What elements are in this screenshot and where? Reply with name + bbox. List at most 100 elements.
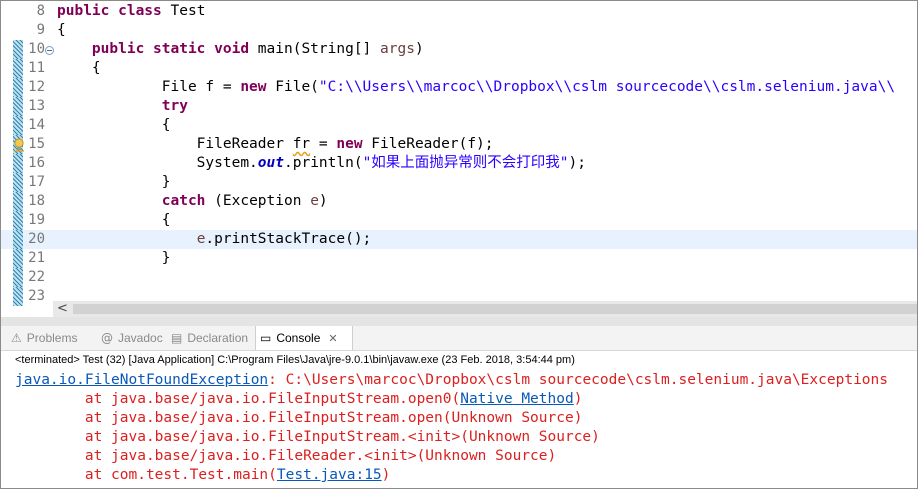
console-line: at java.base/java.io.FileInputStream.<in… [15, 428, 888, 447]
declaration-icon: ▤ [171, 331, 183, 345]
tab-label: Problems [26, 331, 78, 345]
line-number: 18 [28, 193, 45, 209]
code-line[interactable]: 13 try [1, 97, 917, 116]
code-token: = [310, 136, 337, 152]
code-token: { [57, 212, 171, 228]
stacktrace-link[interactable]: Native Method [460, 391, 574, 407]
code-line[interactable]: 14 { [1, 116, 917, 135]
line-number: 10 [28, 41, 45, 57]
code-token: args [380, 41, 415, 57]
problems-icon: ⚠ [11, 331, 22, 345]
fold-toggle-icon[interactable] [45, 46, 54, 55]
console-icon: ▭ [260, 331, 272, 345]
javadoc-icon: @ [101, 331, 113, 345]
code-line[interactable]: 16 System.out.println("如果上面抛异常则不会打印我"); [1, 154, 917, 173]
code-line[interactable]: 22 [1, 268, 917, 287]
code-text: { [57, 21, 66, 40]
code-line[interactable]: 15 FileReader fr = new FileReader(f); [1, 135, 917, 154]
code-token: new [336, 136, 372, 152]
chevron-left-icon[interactable]: < [57, 301, 68, 317]
tab-label: Javadoc [118, 331, 163, 345]
stacktrace-link[interactable]: java.io.FileNotFoundException [15, 372, 268, 388]
code-token: "如果上面抛异常则不会打印我" [362, 155, 569, 171]
code-token: File( [275, 79, 319, 95]
code-token: File f = [57, 79, 241, 95]
code-line[interactable]: 17 } [1, 173, 917, 192]
tab-declaration[interactable]: ▤ Declaration [167, 326, 253, 350]
code-token: { [57, 117, 171, 133]
line-number: 17 [28, 174, 45, 190]
scrollbar-thumb[interactable] [73, 304, 917, 314]
code-token: } [57, 174, 171, 190]
code-text: FileReader fr = new FileReader(f); [57, 135, 494, 154]
code-token: fr [292, 136, 311, 152]
console-status: <terminated> Test (32) [Java Application… [15, 354, 575, 366]
code-token: main(String[] [257, 41, 381, 57]
panel-divider[interactable] [1, 317, 917, 326]
console-text: at java.base/java.io.FileInputStream.ope… [15, 391, 461, 407]
code-line[interactable]: 18 catch (Exception e) [1, 192, 917, 211]
code-token: e [310, 193, 319, 209]
console-text: at com.test.Test.main( [15, 467, 277, 483]
code-token: "C:\\Users\\marcoc\\Dropbox\\cslm source… [318, 79, 896, 95]
code-line[interactable]: 11 { [1, 59, 917, 78]
code-text: public static void main(String[] args) [57, 40, 424, 59]
code-text: e.printStackTrace(); [57, 230, 372, 249]
line-number: 21 [28, 250, 45, 266]
line-number: 14 [28, 117, 45, 133]
console-line: at java.base/java.io.FileInputStream.ope… [15, 390, 888, 409]
code-token: } [57, 250, 171, 266]
code-token: new [240, 79, 276, 95]
code-token: ) [318, 193, 328, 209]
code-line[interactable]: 19 { [1, 211, 917, 230]
ide-window: 8 public class Test 9{10 public static voi… [0, 0, 918, 489]
close-icon[interactable]: ✕ [328, 332, 337, 345]
console-text: ) [381, 467, 391, 483]
code-token: FileReader [57, 136, 293, 152]
line-number: 20 [28, 231, 45, 247]
code-editor[interactable]: 8 public class Test 9{10 public static voi… [1, 1, 917, 317]
console-text: ) [573, 391, 583, 407]
console-text: at java.base/java.io.FileReader.<init>(U… [15, 448, 557, 464]
code-token: (Exception [214, 193, 311, 209]
tab-javadoc[interactable]: @ Javadoc [97, 326, 165, 350]
code-token: ); [568, 155, 587, 171]
code-token: public class [57, 3, 171, 19]
line-number: 15 [28, 136, 45, 152]
line-number: 9 [36, 22, 45, 38]
code-text: try [57, 97, 188, 116]
tab-problems[interactable]: ⚠ Problems [7, 326, 95, 350]
code-text: } [57, 173, 171, 192]
editor-horizontal-scrollbar[interactable]: < [53, 301, 917, 317]
code-token: .printStackTrace(); [205, 231, 372, 247]
line-number: 11 [28, 60, 45, 76]
tab-console[interactable]: ▭ Console ✕ [255, 326, 353, 350]
tab-label: Console [276, 331, 321, 345]
code-line[interactable]: 12 File f = new File("C:\\Users\\marcoc\… [1, 78, 917, 97]
line-number: 12 [28, 79, 45, 95]
stacktrace-link[interactable]: Test.java:15 [277, 467, 382, 483]
code-text: { [57, 116, 171, 135]
line-number: 23 [28, 288, 45, 304]
code-token: public static void [91, 41, 258, 57]
code-token: { [57, 22, 66, 38]
code-line[interactable]: 9{ [1, 21, 917, 40]
code-token: catch [161, 193, 215, 209]
code-line[interactable]: 8 public class Test [1, 2, 917, 21]
code-text: { [57, 59, 101, 78]
line-number: 19 [28, 212, 45, 228]
code-token: System. [57, 155, 258, 171]
console-text: at java.base/java.io.FileInputStream.ope… [15, 410, 583, 426]
code-line[interactable]: 20 e.printStackTrace(); [1, 230, 917, 249]
console-text: at java.base/java.io.FileInputStream.<in… [15, 429, 600, 445]
line-number: 22 [28, 269, 45, 285]
console-line: at java.base/java.io.FileInputStream.ope… [15, 409, 888, 428]
code-line[interactable]: 10 public static void main(String[] args… [1, 40, 917, 59]
code-line[interactable]: 21 } [1, 249, 917, 268]
code-text: System.out.println("如果上面抛异常则不会打印我"); [57, 154, 586, 173]
code-token: try [161, 98, 188, 114]
console-line: at java.base/java.io.FileReader.<init>(U… [15, 447, 888, 466]
console-output[interactable]: java.io.FileNotFoundException: C:\Users\… [15, 371, 888, 485]
